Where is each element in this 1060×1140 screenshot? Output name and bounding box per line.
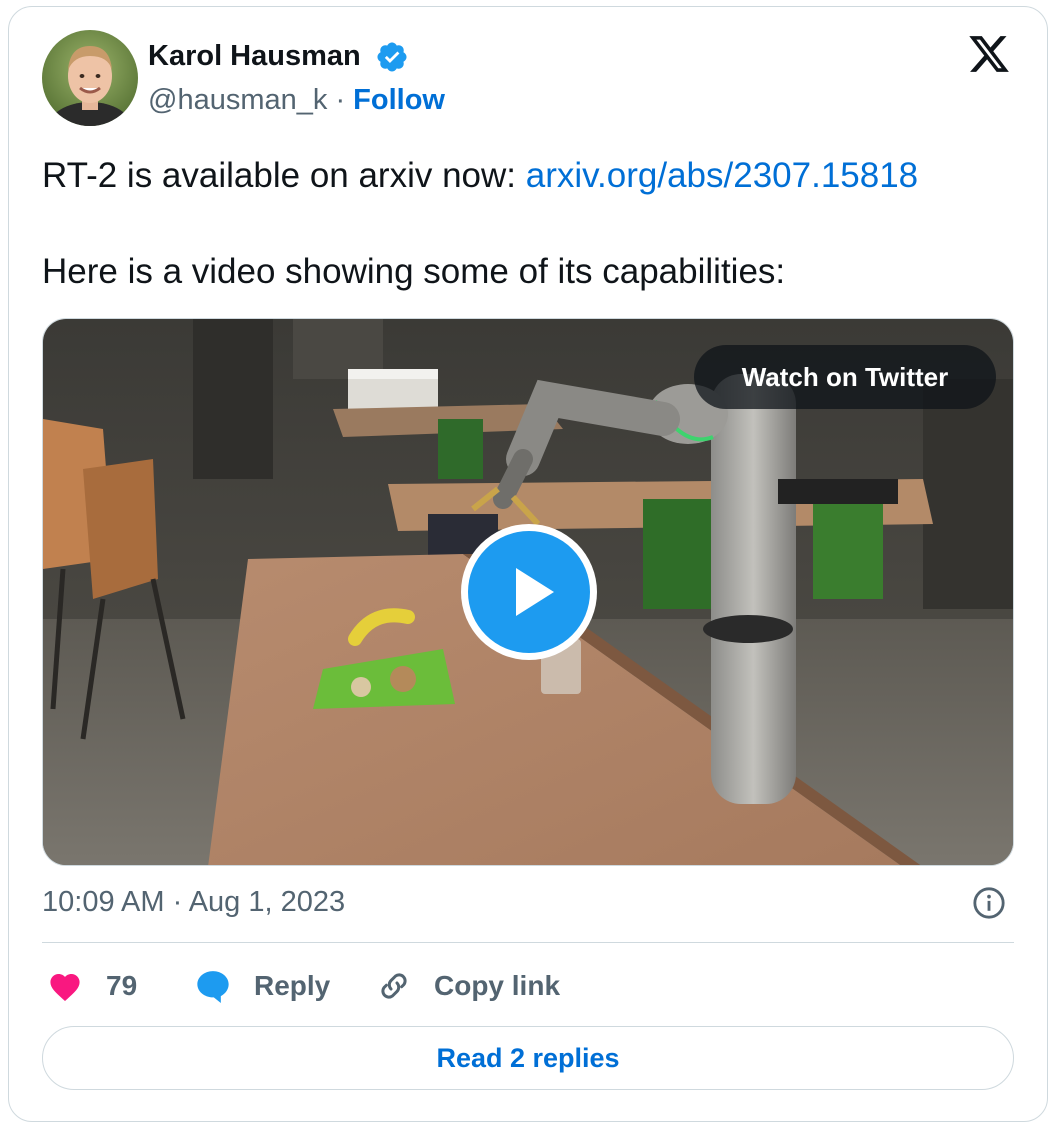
watch-on-twitter-button[interactable]: Watch on Twitter — [694, 345, 996, 409]
author-handle[interactable]: @hausman_k — [148, 84, 327, 116]
arxiv-link[interactable]: arxiv.org/abs/2307.15818 — [526, 156, 918, 195]
play-button-circle — [468, 531, 590, 653]
reply-label: Reply — [254, 970, 331, 1001]
x-logo-icon[interactable] — [966, 32, 1012, 76]
like-count: 79 — [106, 970, 138, 1001]
read-replies-button[interactable]: Read 2 replies — [42, 1026, 1014, 1090]
reply-button[interactable]: Reply — [194, 966, 330, 1006]
link-icon — [381, 973, 407, 999]
follow-button[interactable]: Follow — [353, 84, 445, 116]
author-avatar[interactable] — [42, 30, 138, 126]
tweet-timestamp[interactable]: 10:09 AM · Aug 1, 2023 — [42, 886, 345, 919]
play-button[interactable] — [461, 524, 597, 660]
tweet-text-prefix: RT-2 is available on arxiv now: — [42, 156, 526, 195]
info-icon[interactable] — [972, 886, 1006, 920]
author-handle-line: @hausman_k · Follow — [148, 84, 445, 117]
reply-bubble-icon — [197, 971, 229, 1004]
tweet-text-line-2: Here is a video showing some of its capa… — [42, 252, 786, 291]
play-icon — [516, 568, 554, 616]
video-thumbnail[interactable]: Watch on Twitter — [42, 318, 1014, 866]
copy-link-label: Copy link — [434, 970, 561, 1001]
author-name[interactable]: Karol Hausman — [148, 40, 361, 73]
copy-link-button[interactable]: Copy link — [376, 966, 560, 1006]
divider — [42, 942, 1014, 943]
heart-icon — [50, 973, 80, 1002]
like-button[interactable]: 79 — [48, 966, 137, 1006]
separator-dot: · — [335, 84, 346, 116]
verified-badge-icon — [377, 42, 407, 72]
tweet-text-line-1: RT-2 is available on arxiv now: arxiv.or… — [42, 156, 918, 196]
